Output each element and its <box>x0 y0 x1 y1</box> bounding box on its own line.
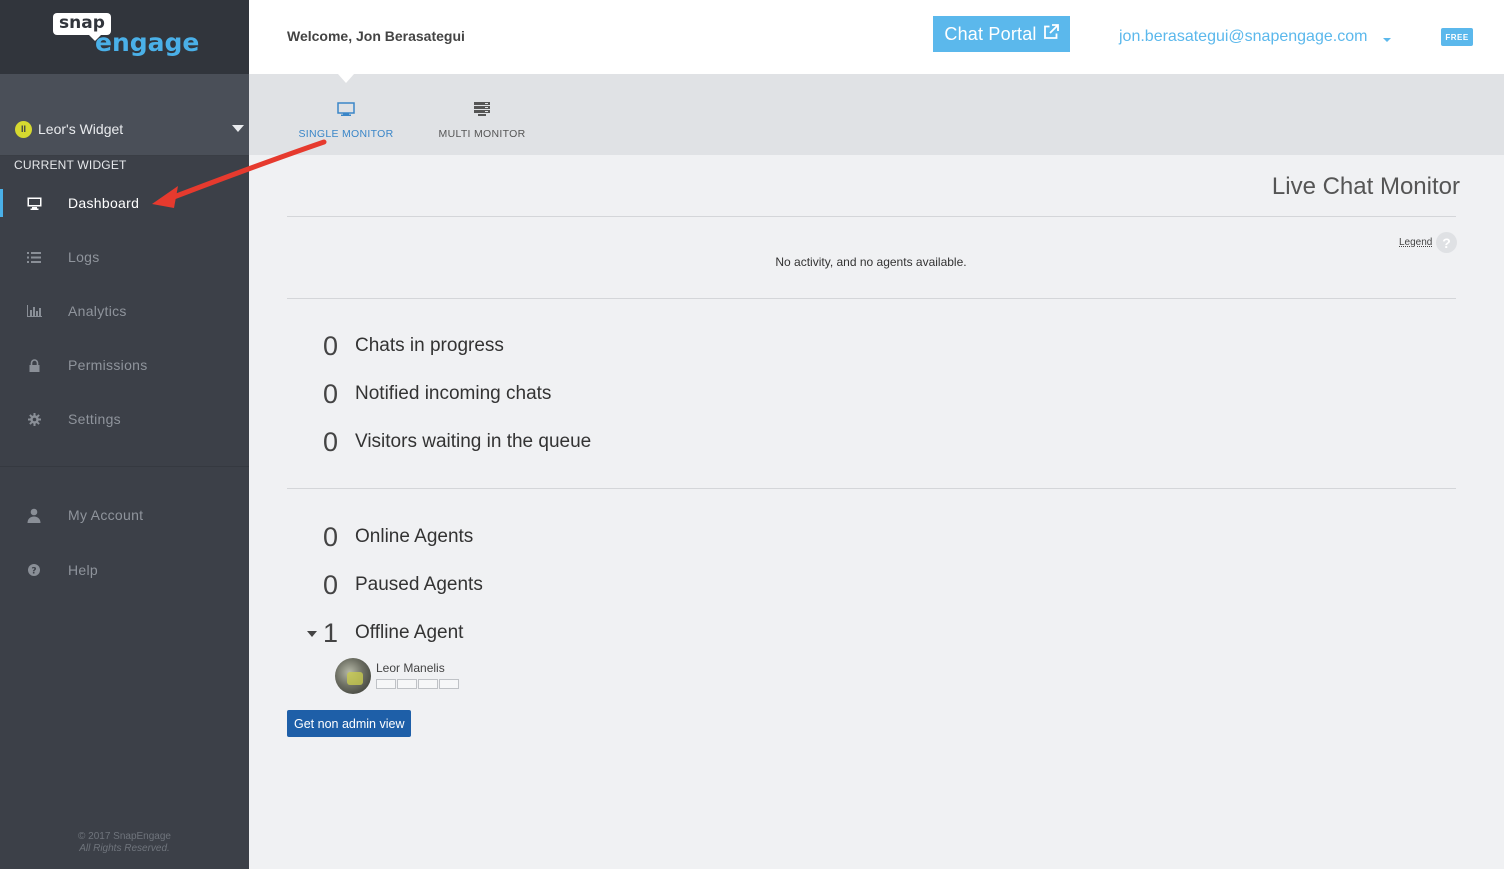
active-tab-pointer <box>338 74 354 83</box>
plan-badge: FREE <box>1441 28 1473 46</box>
sidebar-item-settings[interactable]: Settings <box>0 392 249 446</box>
monitor-tabs: SINGLE MONITOR MULTI MONITOR <box>249 74 1504 155</box>
sidebar-item-analytics[interactable]: Analytics <box>0 284 249 338</box>
bar-chart-icon <box>26 303 42 319</box>
caret-down-icon[interactable] <box>1383 38 1391 42</box>
welcome-message: Welcome, Jon Berasategui <box>287 28 465 44</box>
chevron-down-icon[interactable] <box>232 125 244 132</box>
current-widget-label: CURRENT WIDGET <box>14 158 127 172</box>
top-header: Welcome, Jon Berasategui Chat Portal jon… <box>249 0 1504 74</box>
chat-portal-label: Chat Portal <box>944 23 1037 44</box>
annotation-arrow <box>152 139 327 208</box>
stat-label: Chats in progress <box>355 335 504 356</box>
sidebar-item-label: Permissions <box>68 357 148 373</box>
sidebar-item-permissions[interactable]: Permissions <box>0 338 249 392</box>
activity-status-message: No activity, and no agents available. <box>775 255 967 269</box>
list-icon <box>26 249 42 265</box>
chat-slot <box>418 679 438 689</box>
gear-icon <box>26 411 42 427</box>
get-non-admin-view-button[interactable]: Get non admin view <box>287 710 412 737</box>
stat-online-agents: 0 Online Agents <box>323 522 473 552</box>
divider <box>287 216 1456 217</box>
stat-label: Offline Agent <box>355 622 464 643</box>
rights-reserved-text: All Rights Reserved. <box>79 843 170 854</box>
sidebar-item-help[interactable]: ? Help <box>0 543 249 597</box>
sidebar-divider <box>0 466 249 467</box>
agent-name: Leor Manelis <box>376 661 445 675</box>
legend-link[interactable]: Legend <box>1399 237 1432 248</box>
stat-label: Paused Agents <box>355 574 483 595</box>
sidebar-item-label: Dashboard <box>68 195 140 211</box>
lock-icon <box>26 357 42 373</box>
sidebar-item-label: My Account <box>68 507 144 523</box>
chat-slot <box>439 679 459 689</box>
avatar <box>335 658 371 694</box>
collapse-toggle-icon[interactable] <box>307 631 317 637</box>
stat-visitors-waiting: 0 Visitors waiting in the queue <box>323 427 591 457</box>
external-link-icon <box>1043 24 1059 44</box>
stat-label: Visitors waiting in the queue <box>355 431 592 452</box>
chat-slots <box>376 679 460 689</box>
sidebar: snap engage CURRENT WIDGET II Leor's Wid… <box>0 0 249 869</box>
stat-count: 0 <box>323 569 339 600</box>
divider <box>287 298 1456 299</box>
stat-count: 0 <box>323 521 339 552</box>
help-circle-icon[interactable]: ? <box>1436 232 1457 253</box>
sidebar-item-my-account[interactable]: My Account <box>0 488 249 542</box>
logo-engage-text: engage <box>95 28 200 57</box>
sidebar-item-label: Logs <box>68 249 100 265</box>
divider <box>287 488 1456 489</box>
tab-multi-monitor[interactable]: MULTI MONITOR <box>432 102 532 142</box>
live-chat-monitor-panel: Live Chat Monitor Legend ? No activity, … <box>249 155 1504 869</box>
chat-slot <box>397 679 417 689</box>
monitor-icon <box>26 195 42 211</box>
stat-label: Notified incoming chats <box>355 383 552 404</box>
sidebar-item-label: Analytics <box>68 303 127 319</box>
widget-status-icon: II <box>15 120 32 138</box>
stat-paused-agents: 0 Paused Agents <box>323 570 483 600</box>
sidebar-item-logs[interactable]: Logs <box>0 230 249 284</box>
snapengage-logo[interactable]: snap engage <box>0 0 249 74</box>
copyright-text: © 2017 SnapEngage <box>77 831 171 842</box>
stat-count: 0 <box>323 426 339 457</box>
multi-monitor-icon <box>473 102 491 116</box>
widget-name: Leor's Widget <box>38 121 124 137</box>
user-account-menu[interactable]: jon.berasategui@snapengage.com <box>1119 28 1367 46</box>
chat-portal-button[interactable]: Chat Portal <box>933 16 1070 52</box>
sidebar-item-label: Help <box>68 562 98 578</box>
svg-text:?: ? <box>31 566 36 576</box>
stat-chats-in-progress: 0 Chats in progress <box>323 331 504 361</box>
monitor-icon <box>337 102 355 116</box>
stat-notified-incoming-chats: 0 Notified incoming chats <box>323 379 551 409</box>
user-icon <box>26 507 42 523</box>
stat-offline-agents: 1 Offline Agent <box>323 618 463 648</box>
stat-count: 0 <box>323 378 339 409</box>
tab-label: MULTI MONITOR <box>438 128 526 140</box>
question-icon: ? <box>26 562 42 578</box>
page-title: Live Chat Monitor <box>1271 173 1460 200</box>
sidebar-item-label: Settings <box>68 411 121 427</box>
chat-slot <box>376 679 396 689</box>
stat-count: 0 <box>323 330 339 361</box>
stat-count: 1 <box>323 617 339 648</box>
stat-label: Online Agents <box>355 526 474 547</box>
